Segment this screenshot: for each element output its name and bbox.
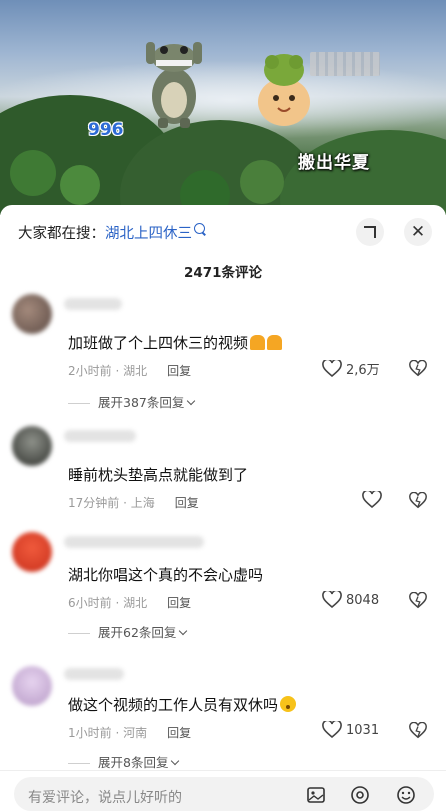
tree [240, 160, 284, 204]
username[interactable] [64, 298, 122, 310]
comment-input-bar: 有爱评论，说点儿好听的 [0, 770, 446, 811]
search-suggestion[interactable]: 大家都在搜：湖北上四休三 [18, 222, 205, 243]
divider [68, 633, 90, 634]
comment-text: 做这个视频的工作人员有双休吗 [68, 694, 297, 715]
comment-meta: 6小时前 · 湖北 回复 [68, 596, 192, 610]
video-player[interactable]: 996 搬出华夏 [0, 0, 446, 215]
search-prefix: 大家都在搜： [18, 226, 105, 242]
search-icon [194, 223, 205, 234]
video-overlay-text: 996 [88, 120, 124, 140]
chevron-down-icon [179, 626, 188, 636]
reply-button[interactable]: 回复 [167, 364, 191, 378]
pray-emoji [250, 335, 266, 350]
avatar[interactable] [12, 294, 52, 334]
crocodile-character [146, 42, 202, 128]
comment-text: 加班做了个上四休三的视频 [68, 332, 283, 353]
chevron-down-icon [171, 756, 180, 766]
surprised-emoji [280, 696, 297, 712]
heart-icon [322, 359, 342, 377]
chevron-down-icon [187, 396, 196, 406]
heart-icon [322, 591, 342, 609]
like-button[interactable] [362, 491, 382, 509]
expand-replies[interactable]: 展开62条回复 [68, 622, 188, 641]
image-icon[interactable] [306, 785, 326, 805]
dislike-icon[interactable] [409, 492, 427, 510]
expand-icon [362, 226, 376, 238]
username[interactable] [64, 536, 204, 548]
username[interactable] [64, 430, 136, 442]
like-count: 8048 [346, 592, 380, 608]
dislike-icon[interactable] [409, 360, 427, 378]
pray-emoji [267, 335, 283, 350]
like-button[interactable]: 8048 [322, 591, 379, 609]
heart-icon [322, 721, 342, 739]
expand-replies[interactable]: 展开387条回复 [68, 392, 196, 411]
tree [60, 165, 100, 205]
username[interactable] [64, 668, 124, 680]
close-icon: ✕ [410, 222, 426, 242]
close-button[interactable]: ✕ [404, 218, 432, 246]
tree [10, 150, 56, 196]
heart-icon [362, 491, 382, 509]
comment-text: 湖北你唱这个真的不会心虚吗 [68, 566, 264, 584]
like-button[interactable]: 2,6万 [322, 359, 380, 378]
distant-city [310, 52, 380, 76]
at-icon[interactable] [350, 785, 370, 805]
avatar[interactable] [12, 532, 52, 572]
comment-text: 睡前枕头垫高点就能做到了 [68, 466, 249, 484]
dislike-icon[interactable] [409, 592, 427, 610]
divider [68, 763, 90, 764]
comment-placeholder: 有爱评论，说点儿好听的 [28, 790, 182, 806]
expand-replies[interactable]: 展开8条回复 [68, 752, 180, 771]
emoji-icon[interactable] [396, 785, 416, 805]
like-count: 2,6万 [346, 363, 380, 378]
comment-meta: 2小时前 · 湖北 回复 [68, 364, 192, 378]
comment-meta: 1小时前 · 河南 回复 [68, 726, 192, 740]
expand-button[interactable] [356, 218, 384, 246]
reply-button[interactable]: 回复 [167, 726, 191, 740]
avatar[interactable] [12, 666, 52, 706]
comment-count: 2471条评论 [183, 265, 263, 281]
search-term-link[interactable]: 湖北上四休三 [105, 226, 192, 242]
reply-button[interactable]: 回复 [175, 496, 199, 510]
sprout-character [258, 54, 310, 126]
dislike-icon[interactable] [409, 722, 427, 740]
like-count: 1031 [346, 722, 380, 738]
video-caption: 搬出华夏 [298, 153, 370, 173]
reply-button[interactable]: 回复 [167, 596, 191, 610]
divider [68, 403, 90, 404]
like-button[interactable]: 1031 [322, 721, 379, 739]
avatar[interactable] [12, 426, 52, 466]
comment-meta: 17分钟前 · 上海 回复 [68, 496, 199, 510]
